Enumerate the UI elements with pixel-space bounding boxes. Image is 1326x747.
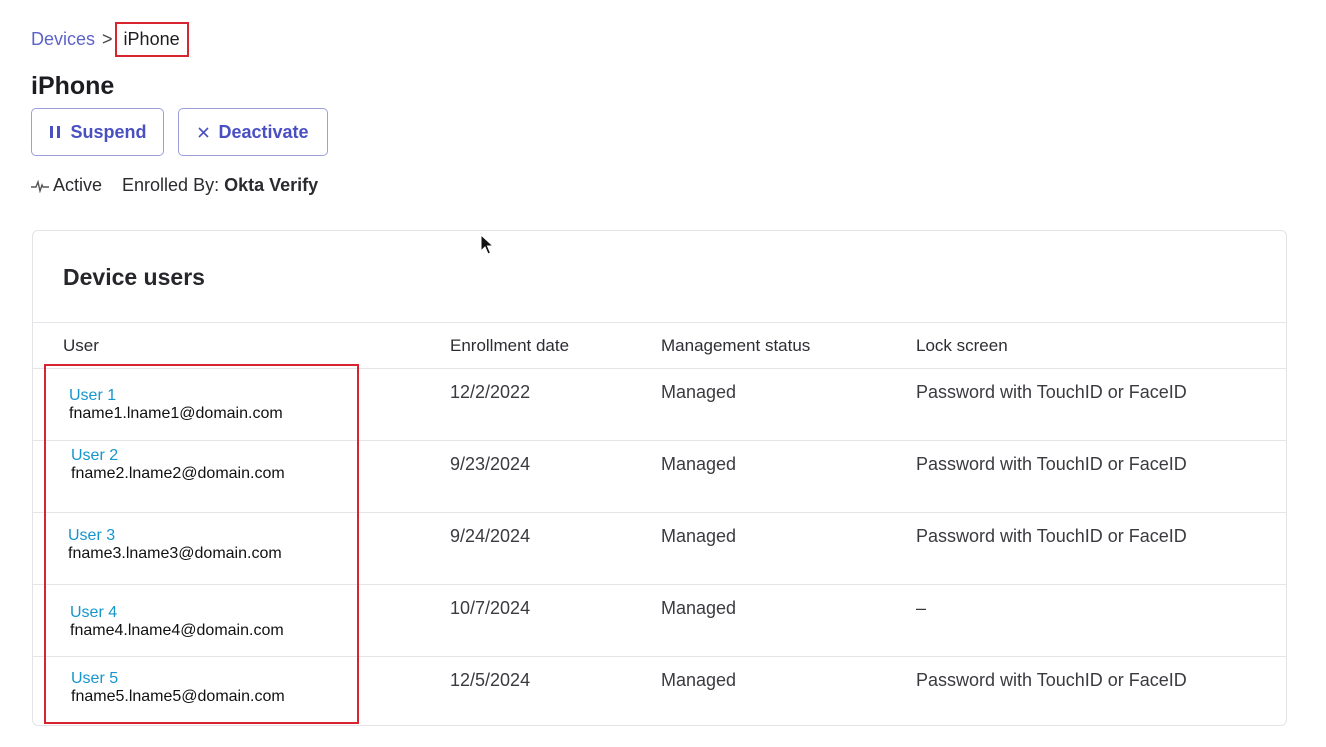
close-icon [197, 126, 210, 139]
user-link[interactable]: User 5 [71, 670, 118, 688]
management-status: Managed [661, 454, 737, 474]
lock-screen: – [916, 598, 927, 618]
enrolled-by-value: Okta Verify [224, 175, 319, 195]
user-link[interactable]: User 1 [69, 387, 116, 405]
enrollment-date: 9/24/2024 [450, 526, 531, 546]
enrollment-date: 9/23/2024 [450, 454, 531, 474]
management-status: Managed [661, 598, 737, 618]
suspend-button[interactable]: Suspend [31, 108, 164, 156]
lock-screen: Password with TouchID or FaceID [916, 526, 1187, 546]
user-email: fname3.lname3@domain.com [68, 545, 282, 562]
management-status: Managed [661, 670, 737, 690]
device-users-title: Device users [63, 264, 205, 290]
lock-screen: Password with TouchID or FaceID [916, 382, 1187, 402]
user-email: fname1.lname1@domain.com [69, 405, 283, 422]
enrolled-by-label: Enrolled By: [122, 175, 220, 195]
status-text: Active [53, 175, 103, 195]
table-row: User 2 fname2.lname2@domain.com 9/23/202… [33, 441, 1286, 513]
table-row: User 1 fname1.lname1@domain.com 12/2/202… [33, 369, 1286, 441]
column-header-enrollment-date: Enrollment date [450, 336, 570, 355]
suspend-label: Suspend [70, 121, 147, 142]
breadcrumb: Devices > iPhone [31, 22, 193, 57]
table-row: User 5 fname5.lname5@domain.com 12/5/202… [33, 657, 1286, 725]
management-status: Managed [661, 382, 737, 402]
activity-pulse-icon [31, 179, 49, 193]
mouse-pointer-icon [480, 233, 495, 261]
pause-icon [48, 125, 62, 139]
deactivate-label: Deactivate [218, 121, 309, 142]
enrollment-date: 12/2/2022 [450, 382, 531, 402]
user-link[interactable]: User 2 [71, 447, 118, 465]
table-row: User 3 fname3.lname3@domain.com 9/24/202… [33, 513, 1286, 585]
user-email: fname4.lname4@domain.com [70, 622, 284, 639]
user-email: fname5.lname5@domain.com [71, 688, 285, 705]
enrollment-date: 10/7/2024 [450, 598, 531, 618]
page-title: iPhone [31, 72, 115, 100]
user-link[interactable]: User 3 [68, 527, 115, 545]
user-link[interactable]: User 4 [70, 604, 117, 622]
column-header-lock-screen: Lock screen [916, 336, 1008, 355]
breadcrumb-separator: > [102, 29, 113, 49]
column-header-management-status: Management status [661, 336, 811, 355]
breadcrumb-devices-link[interactable]: Devices [31, 29, 95, 50]
device-status: Active Enrolled By: Okta Verify [31, 175, 318, 196]
deactivate-button[interactable]: Deactivate [178, 108, 328, 156]
management-status: Managed [661, 526, 737, 546]
breadcrumb-current: iPhone [114, 22, 189, 57]
device-users-card: Device users User Enrollment date Manage… [32, 230, 1287, 726]
lock-screen: Password with TouchID or FaceID [916, 670, 1187, 690]
user-email: fname2.lname2@domain.com [71, 465, 285, 482]
enrollment-date: 12/5/2024 [450, 670, 531, 690]
table-header: User Enrollment date Management status L… [33, 322, 1286, 369]
table-row: User 4 fname4.lname4@domain.com 10/7/202… [33, 585, 1286, 657]
column-header-user: User [63, 336, 99, 355]
lock-screen: Password with TouchID or FaceID [916, 454, 1187, 474]
